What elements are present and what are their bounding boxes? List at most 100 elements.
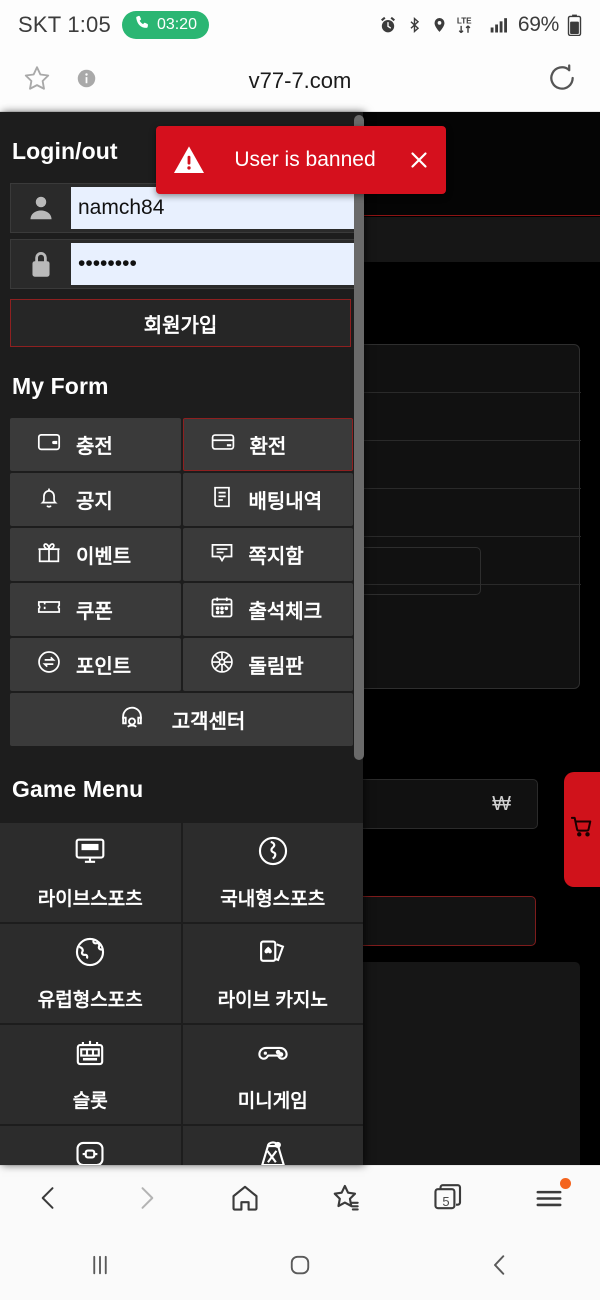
my-form-item-support[interactable]: 고객센터 — [10, 693, 353, 746]
cart-icon — [570, 816, 593, 843]
my-form-label: 이벤트 — [76, 546, 132, 568]
browser-tabs-button[interactable]: 5 — [420, 1176, 476, 1225]
signal-icon — [488, 15, 510, 35]
my-form-label: 포인트 — [76, 656, 132, 678]
my-form-item-attendance[interactable]: 출석체크 — [182, 583, 353, 636]
ticket-icon — [36, 594, 62, 626]
browser-back-button[interactable] — [23, 1177, 75, 1224]
my-form-grid: 충전 환전 공지 배팅내역 이벤트 쪽지함 쿠폰 출석체크 포인트 돌림판 고객… — [0, 418, 363, 746]
carrier-and-clock: SKT 1:05 — [18, 12, 111, 38]
wheel-icon — [209, 649, 235, 681]
browser-bookmarks-button[interactable] — [319, 1176, 375, 1225]
my-form-title: My Form — [12, 373, 109, 399]
game-menu-title: Game Menu — [12, 776, 144, 802]
lotto-bag-icon — [256, 1137, 290, 1165]
home-button[interactable] — [259, 1242, 341, 1293]
close-x-icon[interactable] — [392, 148, 446, 172]
recents-button[interactable] — [59, 1242, 141, 1293]
browser-forward-button[interactable] — [120, 1177, 172, 1224]
my-form-item-notice[interactable]: 공지 — [10, 473, 181, 526]
alarm-icon — [378, 15, 398, 35]
game-menu-item-domestic-sports[interactable]: 국내형스포츠 — [182, 823, 363, 922]
my-form-label: 배팅내역 — [248, 491, 323, 513]
user-icon — [11, 193, 71, 223]
game-menu-item-live-casino[interactable]: 라이브 카지노 — [182, 924, 363, 1023]
browser-url-bar: v77-7.com — [0, 50, 600, 112]
carrier-label: SKT — [18, 12, 68, 37]
bell-icon — [36, 484, 62, 516]
my-form-label: 돌림판 — [248, 656, 304, 678]
password-field-row — [10, 239, 363, 289]
my-form-label: 고객센터 — [171, 711, 246, 733]
message-icon — [209, 539, 235, 571]
my-form-label: 충전 — [76, 436, 113, 458]
call-timer: 03:20 — [156, 16, 197, 33]
cart-tab-button[interactable] — [564, 772, 600, 887]
my-form-label: 쿠폰 — [76, 601, 113, 623]
browser-home-button[interactable] — [217, 1176, 273, 1225]
info-circle-icon[interactable] — [76, 68, 97, 94]
gamepad-icon — [256, 1036, 290, 1076]
bluetooth-icon — [406, 15, 423, 35]
game-menu-item-lotto[interactable]: 로또6/45 — [182, 1126, 363, 1165]
gift-icon — [36, 539, 62, 571]
live-monitor-icon — [73, 834, 107, 874]
game-menu-item-slot[interactable]: 슬롯 — [0, 1025, 181, 1124]
location-icon — [431, 15, 448, 35]
lock-icon — [11, 249, 71, 279]
my-form-item-wheel[interactable]: 돌림판 — [182, 638, 353, 691]
login-form: 로그인 — [0, 183, 363, 289]
back-button[interactable] — [459, 1242, 541, 1293]
game-menu-item-minigame[interactable]: 미니게임 — [182, 1025, 363, 1124]
battery-percent-label: 69% — [517, 13, 559, 36]
active-call-pill[interactable]: 03:20 — [121, 11, 209, 39]
game-menu-item-virtual-game[interactable]: 가상게임 — [0, 1126, 181, 1165]
vr-headset-icon — [73, 1137, 107, 1165]
game-menu-label: 라이브스포츠 — [37, 889, 143, 910]
drawer-scrollbar[interactable] — [354, 115, 364, 760]
my-form-label: 환전 — [249, 436, 287, 458]
my-form-item-bet-history[interactable]: 배팅내역 — [182, 473, 353, 526]
my-form-item-messages[interactable]: 쪽지함 — [182, 528, 353, 581]
side-drawer: Login/out namch84 •••••••• 회원가입 My Form … — [0, 112, 363, 1165]
calendar-icon — [209, 594, 235, 626]
lte-icon: LTE — [456, 14, 480, 36]
game-menu-item-live-sports[interactable]: 라이브스포츠 — [0, 823, 181, 922]
my-form-item-event[interactable]: 이벤트 — [10, 528, 181, 581]
star-outline-icon[interactable] — [22, 63, 52, 98]
game-menu-label: 유럽형스포츠 — [37, 990, 143, 1011]
game-menu-grid: 라이브스포츠 국내형스포츠 유럽형스포츠 라이브 카지노 슬롯 미니게임 — [0, 823, 363, 1165]
korea-map-icon — [256, 834, 290, 874]
password-input[interactable] — [71, 243, 356, 285]
browser-bottom-bar: 5 — [0, 1165, 600, 1235]
phone-icon — [134, 14, 151, 36]
globe-icon — [73, 935, 107, 975]
tab-count-label: 5 — [442, 1194, 450, 1209]
phone-screen: ₩ 500,000 1,000,000 상 계좌 출금 점검 시간입니 Logi… — [0, 0, 600, 1300]
cards-icon — [256, 935, 290, 975]
receipt-icon — [209, 484, 235, 516]
card-icon — [210, 429, 236, 461]
clock-label: 1:05 — [67, 12, 111, 37]
game-menu-label: 국내형스포츠 — [220, 889, 326, 910]
android-nav-bar — [0, 1235, 600, 1300]
game-menu-label: 미니게임 — [237, 1091, 308, 1112]
my-form-item-exchange[interactable]: 환전 — [182, 418, 353, 471]
headset-icon — [118, 703, 146, 737]
signup-button[interactable]: 회원가입 — [10, 299, 351, 347]
my-form-item-coupon[interactable]: 쿠폰 — [10, 583, 181, 636]
battery-icon — [567, 14, 582, 36]
my-form-item-charge[interactable]: 충전 — [10, 418, 181, 471]
svg-text:LTE: LTE — [457, 16, 472, 25]
my-form-item-point[interactable]: 포인트 — [10, 638, 181, 691]
reload-icon[interactable] — [546, 62, 578, 99]
game-menu-label: 슬롯 — [72, 1091, 108, 1112]
my-form-label: 쪽지함 — [248, 546, 304, 568]
my-form-label: 공지 — [76, 491, 113, 513]
menu-notification-badge — [560, 1178, 572, 1189]
warning-triangle-icon — [156, 143, 222, 177]
toast-message: User is banned — [234, 148, 376, 171]
browser-menu-button[interactable] — [521, 1176, 577, 1225]
android-status-bar: SKT 1:05 03:20 LTE 69% — [0, 0, 600, 50]
game-menu-item-european-sports[interactable]: 유럽형스포츠 — [0, 924, 181, 1023]
